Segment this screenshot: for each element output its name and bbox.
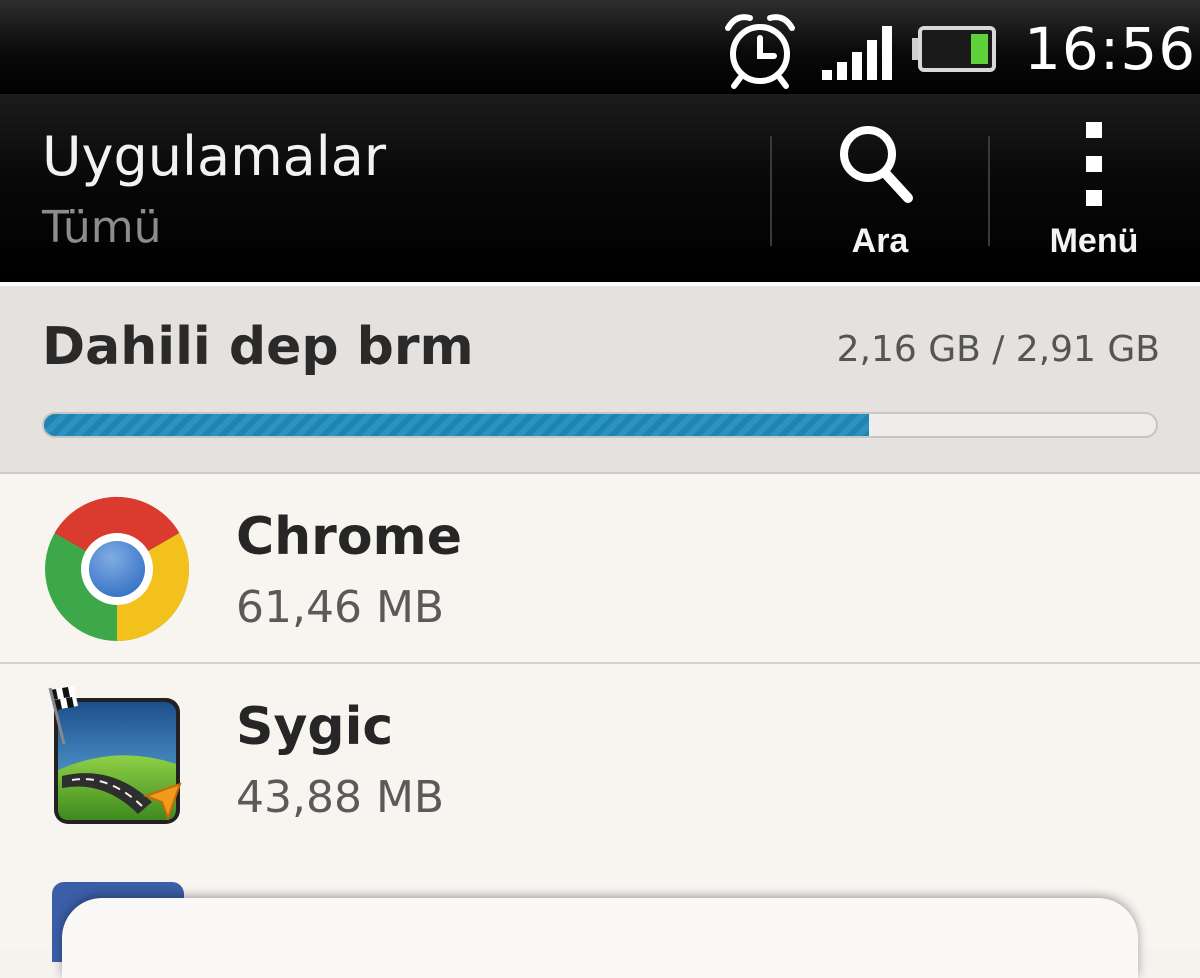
status-bar: 16:56 [0, 0, 1200, 94]
list-item[interactable]: Chrome 61,46 MB [0, 474, 1200, 664]
app-list: Chrome 61,46 MB Sygic 43,88 MB [0, 474, 1200, 854]
action-bar: Uygulamalar Tümü Ara Menü [0, 94, 1200, 286]
divider [770, 136, 772, 246]
sygic-icon [48, 686, 182, 824]
list-item[interactable]: Sygic 43,88 MB [0, 664, 1200, 854]
app-name: Sygic [236, 697, 394, 757]
chrome-icon [45, 496, 190, 641]
storage-progress-bar [42, 412, 1158, 438]
battery-icon [912, 26, 996, 72]
search-button[interactable]: Ara [792, 106, 968, 274]
search-button-label: Ara [851, 222, 909, 260]
menu-button[interactable]: Menü [1006, 106, 1182, 274]
menu-button-label: Menü [1049, 222, 1139, 260]
page-title: Uygulamalar [42, 125, 387, 188]
cell-signal-icon [822, 26, 892, 80]
storage-title: Dahili dep brm [42, 317, 474, 377]
search-icon [840, 126, 913, 203]
app-size: 43,88 MB [236, 772, 445, 823]
divider [988, 136, 990, 246]
overflow-menu-icon [1086, 122, 1102, 206]
storage-summary: Dahili dep brm 2,16 GB / 2,91 GB [0, 286, 1200, 474]
app-name: Chrome [236, 507, 463, 567]
alarm-clock-icon [725, 14, 795, 89]
clock-time: 16:56 [1024, 15, 1197, 83]
app-size: 61,46 MB [236, 582, 445, 633]
bottom-sheet[interactable] [62, 898, 1138, 978]
storage-progress-fill [44, 414, 870, 436]
storage-usage: 2,16 GB / 2,91 GB [836, 329, 1160, 370]
filter-subtitle[interactable]: Tümü [42, 200, 161, 256]
